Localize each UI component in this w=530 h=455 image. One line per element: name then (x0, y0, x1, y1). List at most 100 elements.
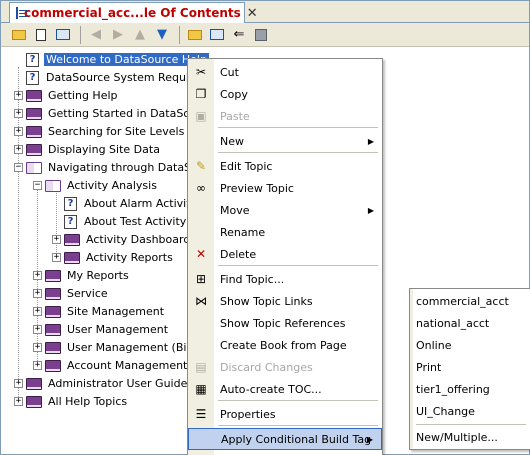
save-button[interactable] (251, 25, 271, 45)
toc-icon (16, 7, 27, 19)
book-icon (45, 323, 61, 336)
collapse-icon[interactable]: − (14, 163, 23, 172)
tree-item[interactable]: + Service (33, 285, 110, 302)
menu-item-new[interactable]: New ▶ (188, 130, 382, 152)
expand-icon[interactable]: + (33, 307, 42, 316)
new-topic-button[interactable] (31, 25, 51, 45)
submenu-item-tag[interactable]: Online (416, 334, 451, 356)
menu-separator (218, 265, 378, 266)
book-icon (45, 269, 61, 282)
submenu-item-tag[interactable]: commercial_acct (416, 290, 509, 312)
book-icon (26, 125, 42, 138)
submenu-item-new-multiple[interactable]: New/Multiple... (416, 426, 498, 448)
pencil-icon: ✎ (195, 159, 207, 173)
expand-icon[interactable]: + (14, 91, 23, 100)
close-icon[interactable]: ✕ (247, 7, 258, 20)
arrow-right-icon: ▶ (113, 27, 123, 42)
menu-item-cut[interactable]: ✂ Cut (188, 61, 382, 83)
properties-icon: ☰ (195, 407, 207, 421)
menu-item-apply-conditional-build-tag[interactable]: Apply Conditional Build Tag ▶ (188, 428, 382, 450)
expand-icon[interactable]: + (33, 271, 42, 280)
expand-icon[interactable]: + (14, 397, 23, 406)
open-folder-button[interactable] (185, 25, 205, 45)
tree-item[interactable]: + User Management (33, 321, 170, 338)
menu-item-auto-create-toc[interactable]: ▦ Auto-create TOC... (188, 378, 382, 400)
menu-item-label: Preview Topic (220, 181, 294, 195)
expand-icon[interactable]: + (14, 127, 23, 136)
menu-item-label: Paste (220, 109, 250, 123)
tree-item[interactable]: + All Help Topics (14, 393, 129, 410)
tree-item[interactable]: ? Welcome to DataSource Help (14, 51, 209, 68)
sync-button[interactable]: ⇐ (229, 25, 249, 45)
tree-item[interactable]: + My Reports (33, 267, 131, 284)
tree-item[interactable]: ? About Alarm Activity (52, 195, 199, 212)
tree-item-label: Service (67, 287, 108, 300)
book-icon (45, 287, 61, 300)
menu-item-show-topic-links[interactable]: ⋈ Show Topic Links (188, 290, 382, 312)
submenu-separator (416, 424, 526, 425)
submenu-item-tag[interactable]: tier1_offering (416, 378, 490, 400)
tree-item-label: About Alarm Activity (84, 197, 198, 210)
menu-item-label: Move (220, 203, 250, 217)
book-icon (26, 143, 42, 156)
book-button[interactable] (207, 25, 227, 45)
tree-item-label: Administrator User Guide (48, 377, 188, 390)
menu-item-label: Rename (220, 225, 266, 239)
arrow-up-icon: ▲ (135, 27, 145, 42)
menu-item-edit-topic[interactable]: ✎ Edit Topic (188, 155, 382, 177)
expand-icon[interactable]: + (33, 361, 42, 370)
tree-item[interactable]: + Searching for Site Levels (14, 123, 186, 140)
tree-item-label: Displaying Site Data (48, 143, 160, 156)
tree-item[interactable]: + Getting Started in DataSource (14, 105, 216, 122)
expand-icon[interactable]: + (33, 325, 42, 334)
menu-item-rename[interactable]: Rename (188, 221, 382, 243)
submenu-item-tag[interactable]: Print (416, 356, 441, 378)
expand-icon[interactable]: + (14, 379, 23, 388)
context-menu: ✂ Cut ❐ Copy ▣ Paste New ▶ ✎ Edit Topic ∞ Preview T… (187, 58, 383, 455)
book-icon (64, 233, 80, 246)
tree-item[interactable]: + Administrator User Guide (14, 375, 189, 392)
forward-button[interactable]: ▶ (108, 25, 128, 45)
tree-item[interactable]: + Displaying Site Data (14, 141, 162, 158)
tree-item[interactable]: ? About Test Activity (52, 213, 188, 230)
expand-icon[interactable]: + (33, 289, 42, 298)
tree-item[interactable]: − Activity Analysis (33, 177, 159, 194)
submenu-item-tag[interactable]: UI_Change (416, 400, 475, 422)
menu-item-copy[interactable]: ❐ Copy (188, 83, 382, 105)
collapse-icon[interactable]: − (33, 181, 42, 190)
move-down-button[interactable]: ▼ (152, 25, 172, 45)
menu-separator (218, 425, 378, 426)
menu-item-move[interactable]: Move ▶ (188, 199, 382, 221)
submenu-arrow-icon: ▶ (367, 205, 374, 215)
menu-item-paste[interactable]: ▣ Paste (188, 105, 382, 127)
menu-item-find-topic[interactable]: ⊞ Find Topic... (188, 268, 382, 290)
menu-item-preview-topic[interactable]: ∞ Preview Topic (188, 177, 382, 199)
tree-item[interactable]: + Getting Help (14, 87, 120, 104)
menu-item-create-book-from-page[interactable]: Create Book from Page (188, 334, 382, 356)
toc-button[interactable] (53, 25, 73, 45)
submenu-item-tag[interactable]: national_acct (416, 312, 489, 334)
menu-item-show-topic-references[interactable]: Show Topic References (188, 312, 382, 334)
folder-icon (188, 29, 202, 40)
move-up-button[interactable]: ▲ (130, 25, 150, 45)
menu-item-discard-changes[interactable]: ▤ Discard Changes (188, 356, 382, 378)
menu-separator (218, 400, 378, 401)
toc-window: commercial_acc...le Of Contents ✕ ◀ ▶ ▲ … (0, 0, 530, 455)
tree-item[interactable]: + Activity Dashboard (52, 231, 192, 248)
new-folder-button[interactable] (9, 25, 29, 45)
tab-toc[interactable]: commercial_acc...le Of Contents ✕ (9, 2, 258, 23)
tree-item-label: Site Management (67, 305, 165, 318)
topic-icon: ? (64, 196, 77, 211)
menu-item-delete[interactable]: ✕ Delete (188, 243, 382, 265)
expand-icon[interactable]: + (52, 235, 61, 244)
back-button[interactable]: ◀ (86, 25, 106, 45)
tree-item[interactable]: + Site Management (33, 303, 166, 320)
tree-item[interactable]: + Activity Reports (52, 249, 175, 266)
book-icon (26, 107, 42, 120)
expand-icon[interactable]: + (14, 109, 23, 118)
menu-item-properties[interactable]: ☰ Properties (188, 403, 382, 425)
expand-icon[interactable]: + (14, 145, 23, 154)
expand-icon[interactable]: + (52, 253, 61, 262)
expand-icon[interactable]: + (33, 343, 42, 352)
menu-item-label: Create Book from Page (220, 338, 347, 352)
